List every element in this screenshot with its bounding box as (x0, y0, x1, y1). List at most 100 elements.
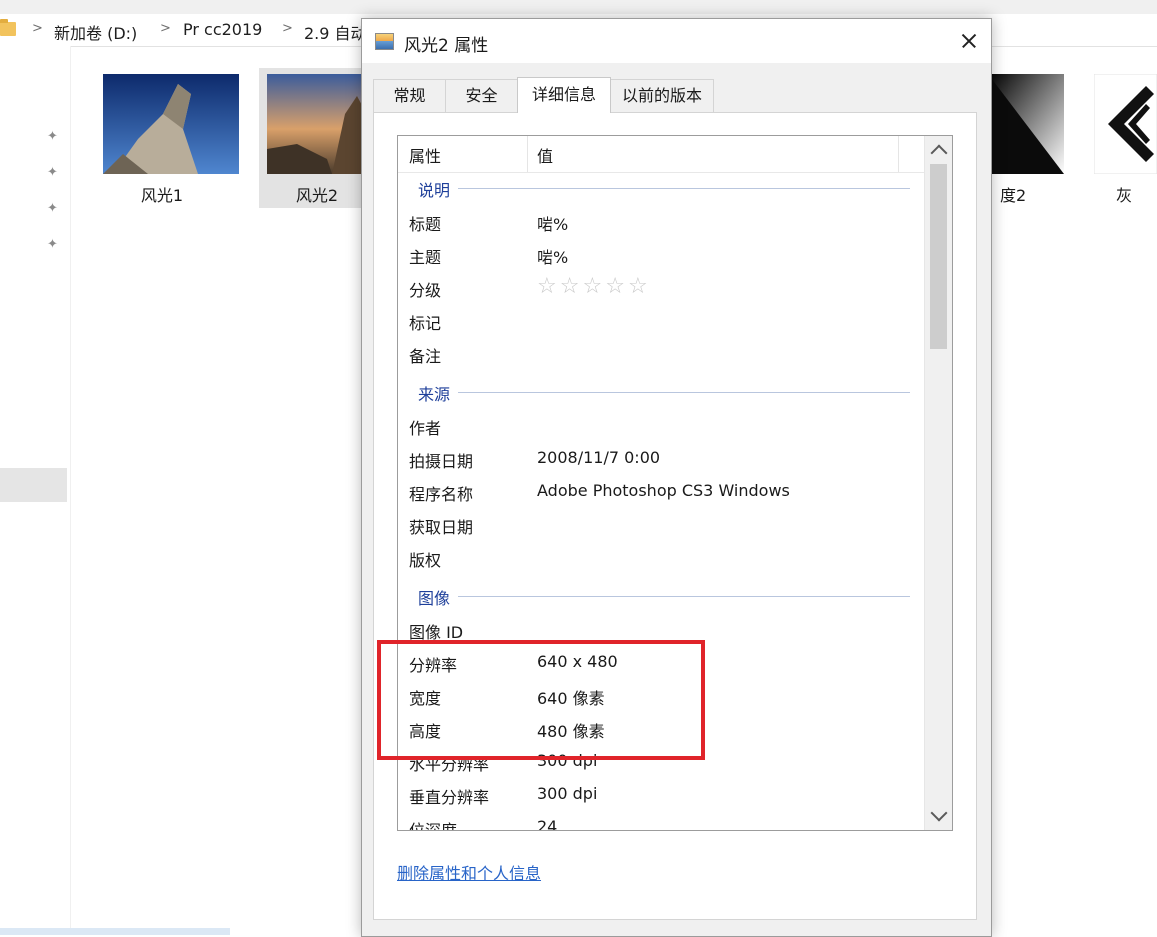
chevron-down-icon (930, 804, 948, 822)
nav-selected-item[interactable] (0, 468, 67, 502)
property-name: 分级 (409, 281, 442, 300)
property-value: 300 dpi (537, 751, 598, 770)
file-thumbnail-fengguang1[interactable]: 风光1 (82, 68, 242, 208)
chevron-right-icon[interactable]: > (32, 21, 43, 36)
thumbnail-label: 灰 (1116, 186, 1133, 205)
group-header-image: 图像 (398, 580, 924, 613)
thumbnail-label: 度2 (1000, 186, 1027, 205)
thumbnail-label: 风光1 (140, 186, 184, 205)
chevron-right-icon[interactable]: > (160, 21, 171, 36)
image-thumbnail (103, 74, 239, 174)
group-divider (418, 596, 910, 597)
property-value[interactable]: 2008/11/7 0:00 (537, 448, 660, 467)
group-header-origin: 来源 (398, 376, 924, 409)
vertical-scrollbar[interactable] (924, 136, 952, 830)
property-row-program-name[interactable]: 程序名称 Adobe Photoshop CS3 Windows (398, 476, 924, 509)
properties-dialog: 风光2 属性 常规 安全 详细信息 以前的版本 属性 值 说明 标题 啱% 主题… (361, 18, 992, 937)
property-rows: 说明 标题 啱% 主题 啱% 分级 ☆☆☆☆☆ 标记 备注 来源 作者 拍摄日期… (398, 172, 924, 831)
pin-icon[interactable]: ✦ (47, 202, 61, 216)
property-row-vertical-resolution[interactable]: 垂直分辨率 300 dpi (398, 779, 924, 812)
remove-properties-link[interactable]: 删除属性和个人信息 (397, 860, 541, 884)
property-name: 垂直分辨率 (409, 788, 490, 807)
breadcrumb-drive[interactable]: 新加卷 (D:) (54, 20, 137, 44)
dialog-title: 风光2 属性 (404, 36, 489, 56)
image-file-icon (375, 33, 394, 50)
property-name: 备注 (409, 347, 442, 366)
property-name: 程序名称 (409, 485, 474, 504)
property-name: 高度 (409, 722, 442, 741)
list-header: 属性 值 (398, 136, 924, 173)
property-row-horizontal-resolution[interactable]: 水平分辨率 300 dpi (398, 746, 924, 779)
property-value: 300 dpi (537, 784, 598, 803)
property-row-rating[interactable]: 分级 ☆☆☆☆☆ (398, 272, 924, 305)
property-row-comments[interactable]: 备注 (398, 338, 924, 371)
property-name: 获取日期 (409, 518, 474, 537)
group-header-description: 说明 (398, 172, 924, 205)
image-thumbnail (1094, 74, 1157, 174)
tab-security[interactable]: 安全 (445, 79, 518, 112)
navigation-pane: ✦ ✦ ✦ ✦ (0, 46, 71, 935)
column-header-property[interactable]: 属性 (409, 143, 441, 167)
column-header-value[interactable]: 值 (537, 143, 553, 167)
group-label: 图像 (418, 585, 459, 609)
star-icon[interactable]: ☆ (537, 274, 560, 299)
property-value: 24 (537, 817, 558, 831)
star-icon[interactable]: ☆ (582, 274, 605, 299)
status-strip (0, 928, 230, 935)
star-icon[interactable]: ☆ (628, 274, 651, 299)
group-divider (418, 392, 910, 393)
pin-icon[interactable]: ✦ (47, 166, 61, 180)
property-value[interactable]: 啱% (537, 244, 568, 268)
property-name: 宽度 (409, 689, 442, 708)
property-name: 水平分辨率 (409, 755, 490, 774)
dialog-titlebar[interactable]: 风光2 属性 (362, 19, 991, 63)
tab-previous-versions[interactable]: 以前的版本 (610, 79, 714, 112)
property-row-height[interactable]: 高度 480 像素 (398, 713, 924, 746)
scroll-thumb[interactable] (930, 164, 947, 349)
star-icon[interactable]: ☆ (605, 274, 628, 299)
scroll-down-button[interactable] (925, 802, 952, 830)
close-button[interactable] (945, 19, 991, 63)
property-name: 标记 (409, 314, 442, 333)
property-value: 480 像素 (537, 722, 605, 741)
property-value: 640 x 480 (537, 652, 618, 671)
folder-icon (0, 19, 16, 36)
file-thumbnail-gray[interactable]: 灰 (1092, 68, 1157, 208)
property-name: 拍摄日期 (409, 452, 474, 471)
image-thumbnail (988, 74, 1064, 174)
property-value[interactable]: 啱% (537, 211, 568, 235)
property-name: 分辨率 (409, 656, 458, 675)
property-row-author[interactable]: 作者 (398, 410, 924, 443)
property-row-bit-depth[interactable]: 位深度 24 (398, 812, 924, 831)
property-name: 标题 (409, 215, 442, 234)
tab-details[interactable]: 详细信息 (517, 77, 611, 113)
breadcrumb-subfolder[interactable]: 2.9 自动 (304, 20, 367, 44)
group-label: 说明 (418, 177, 459, 201)
property-value: 640 像素 (537, 689, 605, 708)
property-row-subject[interactable]: 主题 啱% (398, 239, 924, 272)
property-row-width[interactable]: 宽度 640 像素 (398, 680, 924, 713)
property-name: 图像 ID (409, 623, 464, 642)
chevron-up-icon (930, 144, 948, 162)
group-divider (418, 188, 910, 189)
property-row-date-acquired[interactable]: 获取日期 (398, 509, 924, 542)
property-row-image-id[interactable]: 图像 ID (398, 614, 924, 647)
properties-list[interactable]: 属性 值 说明 标题 啱% 主题 啱% 分级 ☆☆☆☆☆ 标记 备注 来源 作者… (397, 135, 953, 831)
property-row-resolution[interactable]: 分辨率 640 x 480 (398, 647, 924, 680)
pin-icon[interactable]: ✦ (47, 130, 61, 144)
property-row-title[interactable]: 标题 啱% (398, 206, 924, 239)
star-rating[interactable]: ☆☆☆☆☆ (537, 274, 651, 299)
property-row-tags[interactable]: 标记 (398, 305, 924, 338)
star-icon[interactable]: ☆ (560, 274, 583, 299)
tab-general[interactable]: 常规 (373, 79, 446, 112)
details-panel: 属性 值 说明 标题 啱% 主题 啱% 分级 ☆☆☆☆☆ 标记 备注 来源 作者… (373, 112, 977, 920)
breadcrumb-folder[interactable]: Pr cc2019 (183, 20, 262, 39)
pin-icon[interactable]: ✦ (47, 238, 61, 252)
chevron-right-icon[interactable]: > (282, 21, 293, 36)
property-row-date-taken[interactable]: 拍摄日期 2008/11/7 0:00 (398, 443, 924, 476)
column-divider[interactable] (527, 136, 528, 172)
property-name: 位深度 (409, 821, 458, 831)
scroll-up-button[interactable] (925, 136, 952, 164)
property-row-copyright[interactable]: 版权 (398, 542, 924, 575)
column-divider[interactable] (898, 136, 899, 172)
